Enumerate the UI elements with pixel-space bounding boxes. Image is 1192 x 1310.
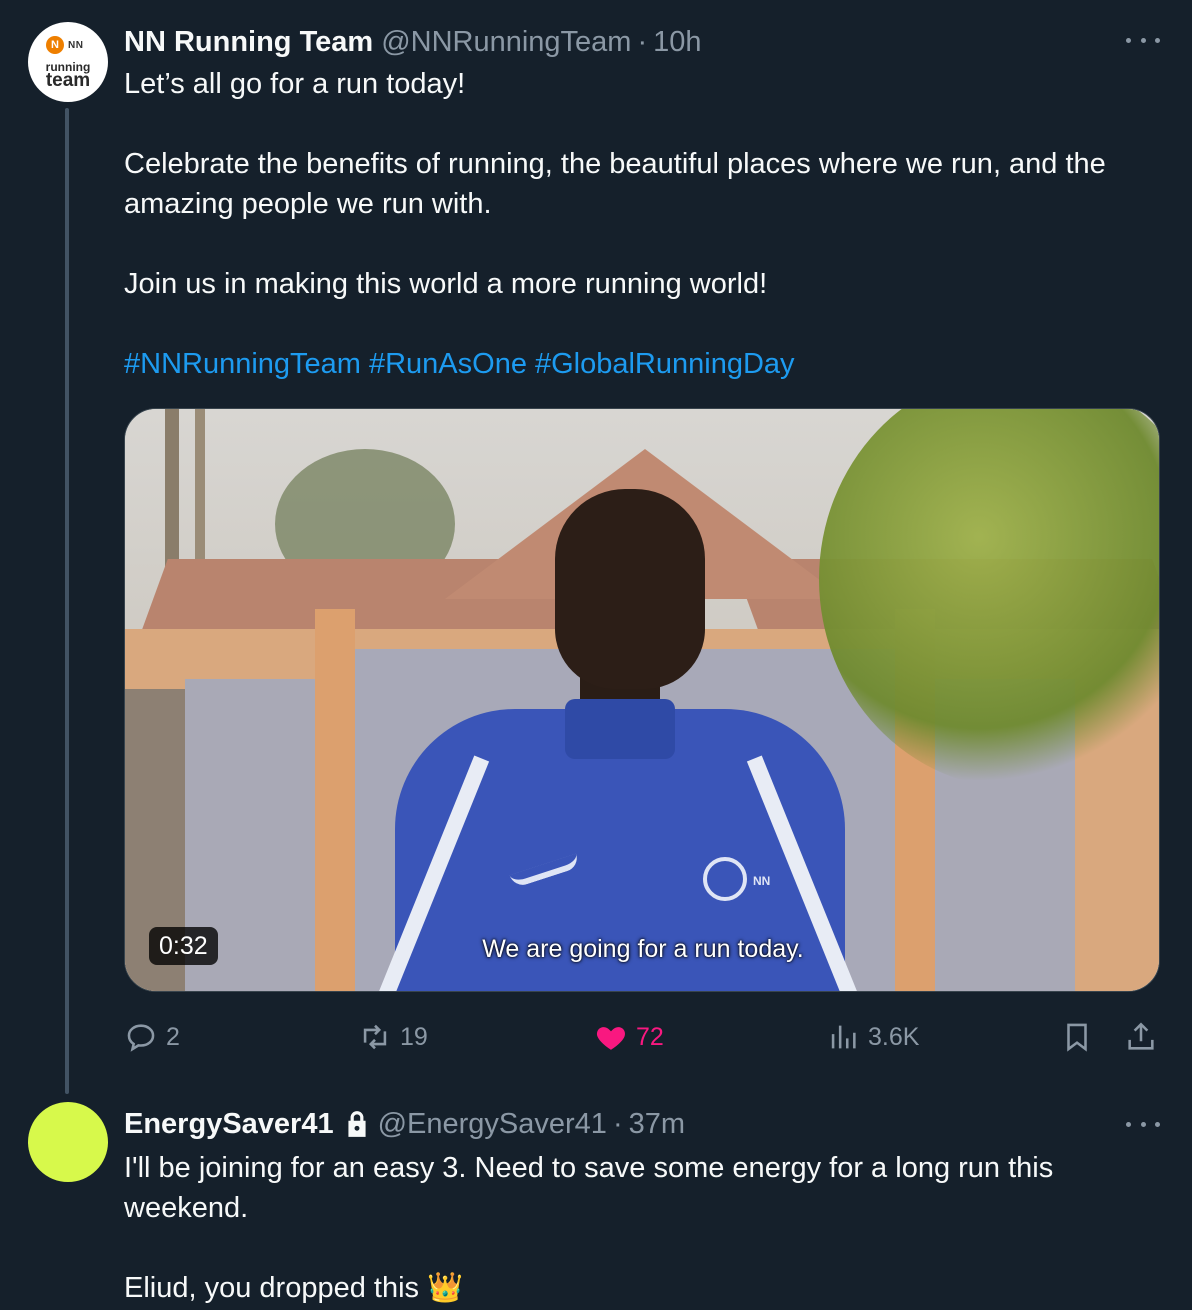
- hashtag-link[interactable]: #GlobalRunningDay: [535, 348, 795, 380]
- analytics-icon: [831, 1025, 856, 1049]
- crown-emoji-icon: 👑: [427, 1272, 464, 1304]
- bookmark-button[interactable]: [1060, 1016, 1094, 1058]
- timestamp[interactable]: 37m: [629, 1108, 685, 1141]
- jacket-nn-text: NN: [753, 874, 771, 888]
- timestamp[interactable]: 10h: [653, 26, 701, 59]
- hashtag-list: #NNRunningTeam #RunAsOne #GlobalRunningDay: [124, 344, 803, 384]
- nn-logo: N NN: [46, 36, 83, 54]
- reply-text: Eliud, you dropped this: [124, 1272, 420, 1304]
- view-count: 3.6K: [868, 1022, 920, 1051]
- retweet-button[interactable]: 19: [358, 1016, 428, 1058]
- hashtag-link[interactable]: #RunAsOne: [369, 348, 527, 380]
- reply-text-paragraph: I'll be joining for an easy 3. Need to s…: [124, 1152, 1054, 1224]
- retweet-count: 19: [400, 1022, 428, 1051]
- heart-filled-icon: [596, 1027, 626, 1050]
- hashtag-link[interactable]: #NNRunningTeam: [124, 348, 361, 380]
- runner-head: [555, 489, 705, 689]
- share-button[interactable]: [1124, 1016, 1158, 1058]
- retweet-icon: [363, 1024, 387, 1050]
- reply-header: EnergySaver41 @EnergySaver41 · 37m: [124, 1106, 685, 1142]
- video-subtitle: We are going for a run today.: [482, 935, 804, 963]
- views-button[interactable]: 3.6K: [826, 1016, 919, 1058]
- share-icon: [1128, 1022, 1154, 1050]
- tweet-header: NN Running Team @NNRunningTeam · 10h: [124, 24, 702, 60]
- avatar-text-team: team: [45, 70, 91, 91]
- separator-dot: ·: [637, 25, 648, 58]
- display-name[interactable]: EnergySaver41: [124, 1108, 334, 1141]
- tweet-text-line: Join us in making this world a more runn…: [124, 268, 768, 300]
- avatar-nn-running-team[interactable]: N NN running team: [28, 22, 108, 102]
- reply-count: 2: [166, 1022, 180, 1051]
- avatar-energysaver41[interactable]: [28, 1102, 108, 1182]
- separator-dot: ·: [612, 1107, 623, 1140]
- like-count: 72: [636, 1022, 664, 1051]
- more-options-icon[interactable]: [1126, 1114, 1160, 1134]
- like-button[interactable]: 72: [594, 1016, 664, 1058]
- user-handle[interactable]: @EnergySaver41: [378, 1108, 607, 1141]
- nn-logo-text: NN: [68, 39, 84, 51]
- lock-icon: [344, 1109, 370, 1139]
- tweet-text-line: Let’s all go for a run today!: [124, 68, 466, 100]
- thread-connector-line: [65, 108, 69, 1094]
- tweet-action-bar: 2 19 72 3.6K: [124, 1016, 1164, 1058]
- display-name[interactable]: NN Running Team: [124, 26, 373, 59]
- video-player[interactable]: NN 0:32 We are going for a run today.: [124, 408, 1160, 992]
- user-handle[interactable]: @NNRunningTeam: [381, 26, 631, 59]
- reply-button[interactable]: 2: [124, 1016, 180, 1058]
- tweet-thread: N NN running team NN Running Team @NNRun…: [0, 0, 1192, 1310]
- nn-logo-mark: N: [46, 36, 64, 54]
- jacket-nn-logo: [703, 857, 747, 901]
- reply-text-line: Eliud, you dropped this 👑: [124, 1268, 463, 1308]
- tweet-text-paragraph: Celebrate the benefits of running, the b…: [124, 148, 1106, 220]
- more-options-icon[interactable]: [1126, 30, 1160, 50]
- reply-icon: [127, 1024, 155, 1052]
- bookmark-icon: [1067, 1023, 1087, 1052]
